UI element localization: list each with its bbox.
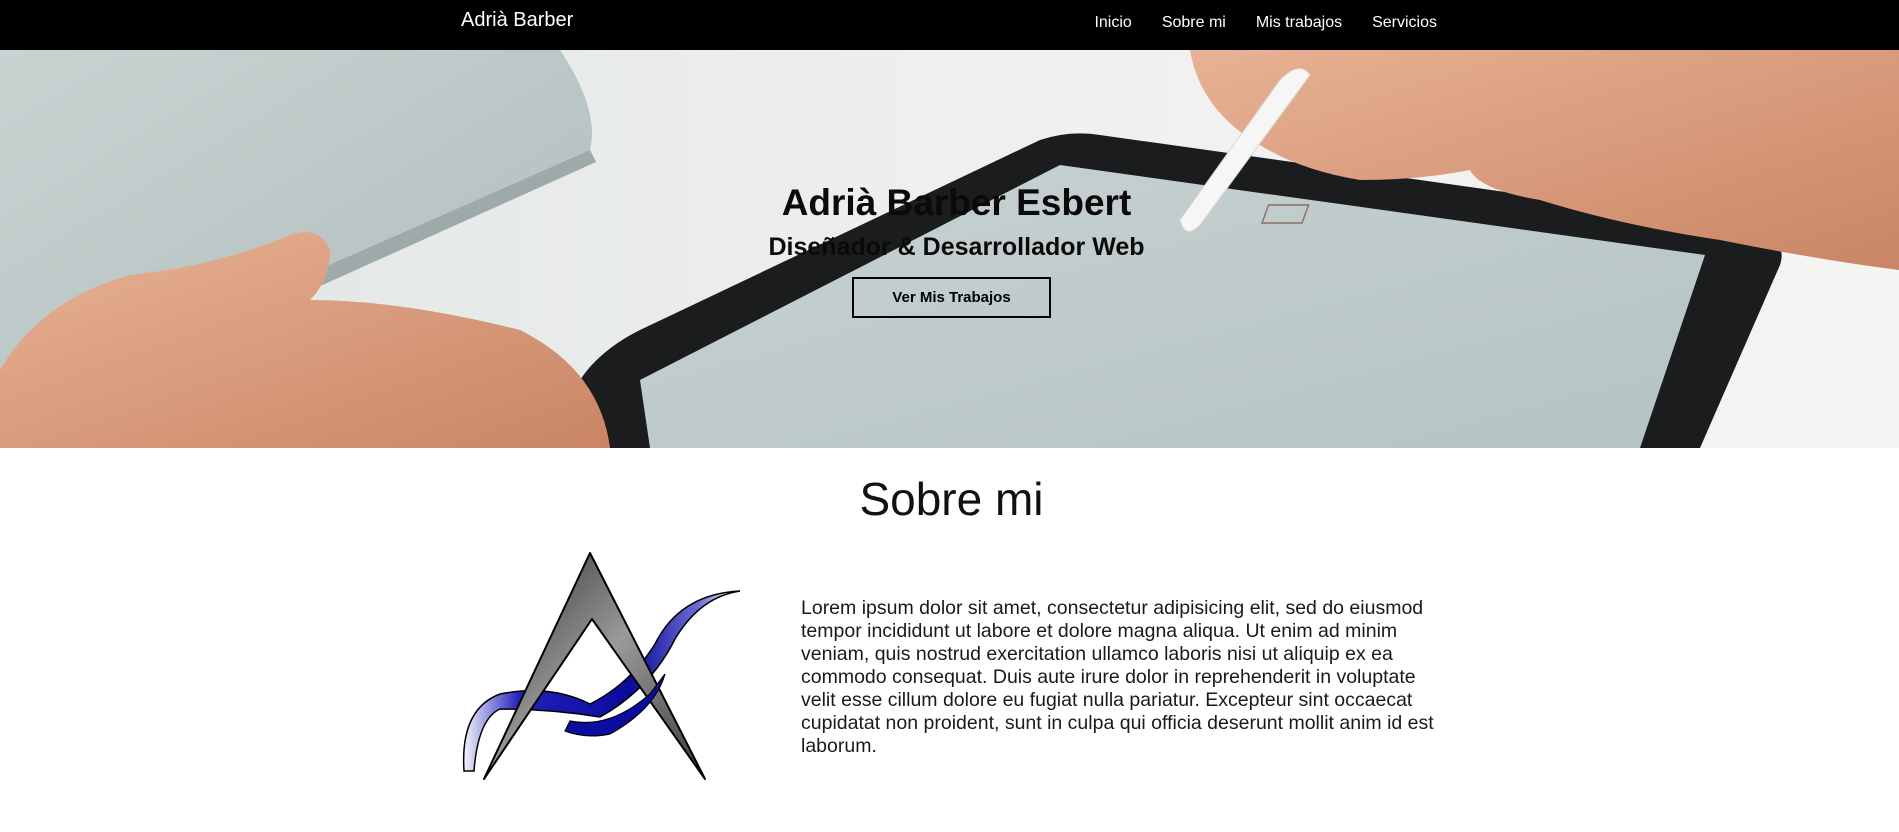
navbar: Adrià Barber Inicio Sobre mi Mis trabajo…: [0, 0, 1899, 50]
logo-a-icon: [462, 552, 741, 780]
nav-links: Inicio Sobre mi Mis trabajos Servicios: [1064, 14, 1437, 32]
nav-link-inicio[interactable]: Inicio: [1094, 14, 1131, 32]
hero-subtitle: Diseñador & Desarrollador Web: [768, 233, 1145, 261]
brand-link[interactable]: Adrià Barber: [461, 9, 573, 32]
nav-link-servicios[interactable]: Servicios: [1372, 14, 1437, 32]
hero-title: Adrià Barber Esbert: [781, 182, 1132, 223]
about-title: Sobre mi: [859, 473, 1044, 525]
hero-section: Adrià Barber Esbert Diseñador & Desarrol…: [0, 50, 1899, 448]
nav-link-mis-trabajos[interactable]: Mis trabajos: [1256, 14, 1342, 32]
about-paragraph: Lorem ipsum dolor sit amet, consectetur …: [801, 597, 1434, 757]
view-works-button[interactable]: Ver Mis Trabajos: [852, 277, 1051, 318]
nav-link-sobre-mi[interactable]: Sobre mi: [1162, 14, 1226, 32]
